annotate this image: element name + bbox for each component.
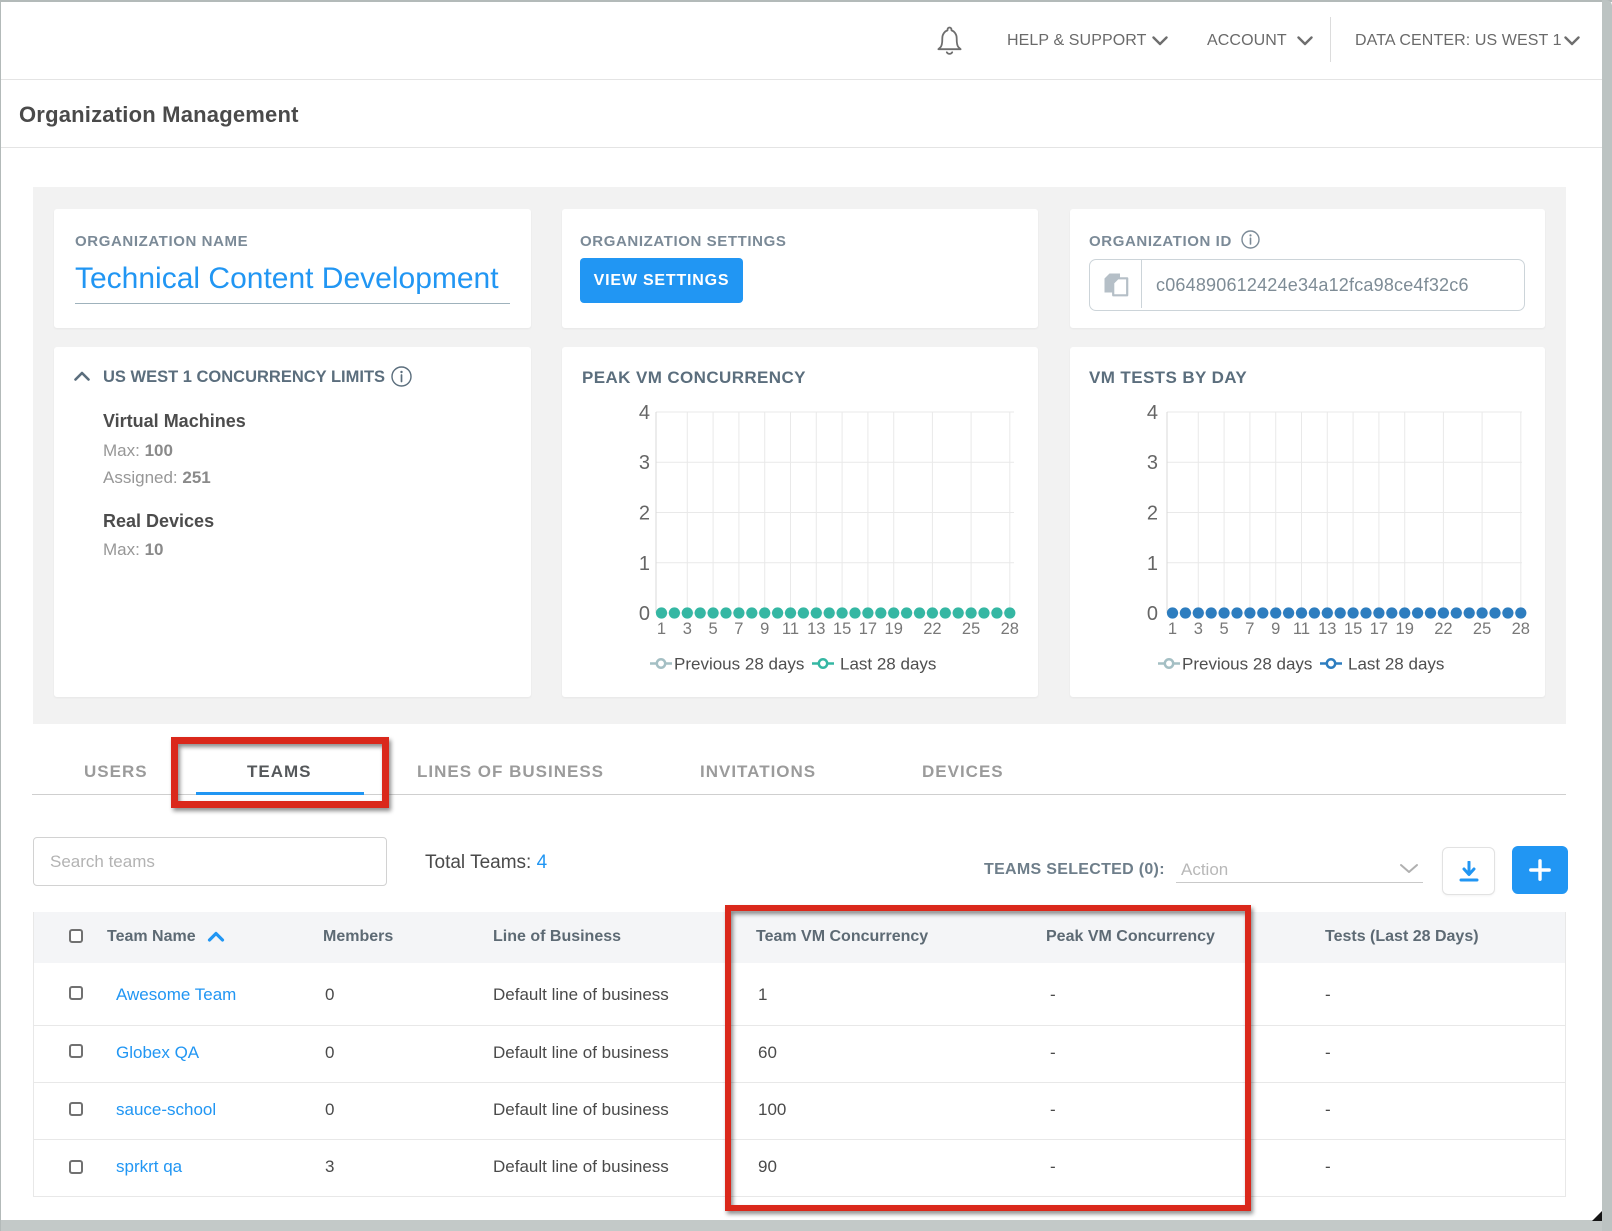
svg-text:1: 1 bbox=[1147, 553, 1158, 575]
svg-text:22: 22 bbox=[923, 620, 941, 638]
svg-text:22: 22 bbox=[1434, 620, 1452, 638]
svg-text:1: 1 bbox=[639, 553, 650, 575]
svg-text:13: 13 bbox=[1318, 620, 1336, 638]
svg-text:0: 0 bbox=[639, 603, 650, 625]
svg-text:Previous 28 days: Previous 28 days bbox=[1182, 655, 1312, 674]
svg-text:9: 9 bbox=[760, 620, 769, 638]
svg-text:4: 4 bbox=[639, 402, 650, 424]
svg-text:7: 7 bbox=[1245, 620, 1254, 638]
svg-text:17: 17 bbox=[859, 620, 877, 638]
svg-text:7: 7 bbox=[734, 620, 743, 638]
svg-text:3: 3 bbox=[1147, 452, 1158, 474]
svg-text:Previous 28 days: Previous 28 days bbox=[674, 655, 804, 674]
svg-text:28: 28 bbox=[1512, 620, 1530, 638]
svg-text:11: 11 bbox=[782, 620, 799, 638]
svg-text:28: 28 bbox=[1001, 620, 1019, 638]
svg-text:19: 19 bbox=[885, 620, 903, 638]
svg-text:13: 13 bbox=[807, 620, 825, 638]
svg-text:Last 28 days: Last 28 days bbox=[1348, 655, 1444, 674]
svg-text:1: 1 bbox=[657, 620, 666, 638]
svg-text:3: 3 bbox=[1194, 620, 1203, 638]
svg-text:19: 19 bbox=[1396, 620, 1414, 638]
svg-text:25: 25 bbox=[962, 620, 980, 638]
svg-text:3: 3 bbox=[683, 620, 692, 638]
svg-text:15: 15 bbox=[1344, 620, 1362, 638]
svg-text:4: 4 bbox=[1147, 402, 1158, 424]
svg-text:25: 25 bbox=[1473, 620, 1491, 638]
svg-text:0: 0 bbox=[1147, 603, 1158, 625]
svg-text:5: 5 bbox=[1220, 620, 1229, 638]
svg-text:Last 28 days: Last 28 days bbox=[840, 655, 936, 674]
svg-text:1: 1 bbox=[1168, 620, 1177, 638]
svg-text:17: 17 bbox=[1370, 620, 1388, 638]
svg-text:9: 9 bbox=[1271, 620, 1280, 638]
svg-text:15: 15 bbox=[833, 620, 851, 638]
svg-text:3: 3 bbox=[639, 452, 650, 474]
svg-text:5: 5 bbox=[709, 620, 718, 638]
svg-text:2: 2 bbox=[1147, 503, 1158, 525]
svg-text:2: 2 bbox=[639, 503, 650, 525]
svg-text:11: 11 bbox=[1293, 620, 1310, 638]
